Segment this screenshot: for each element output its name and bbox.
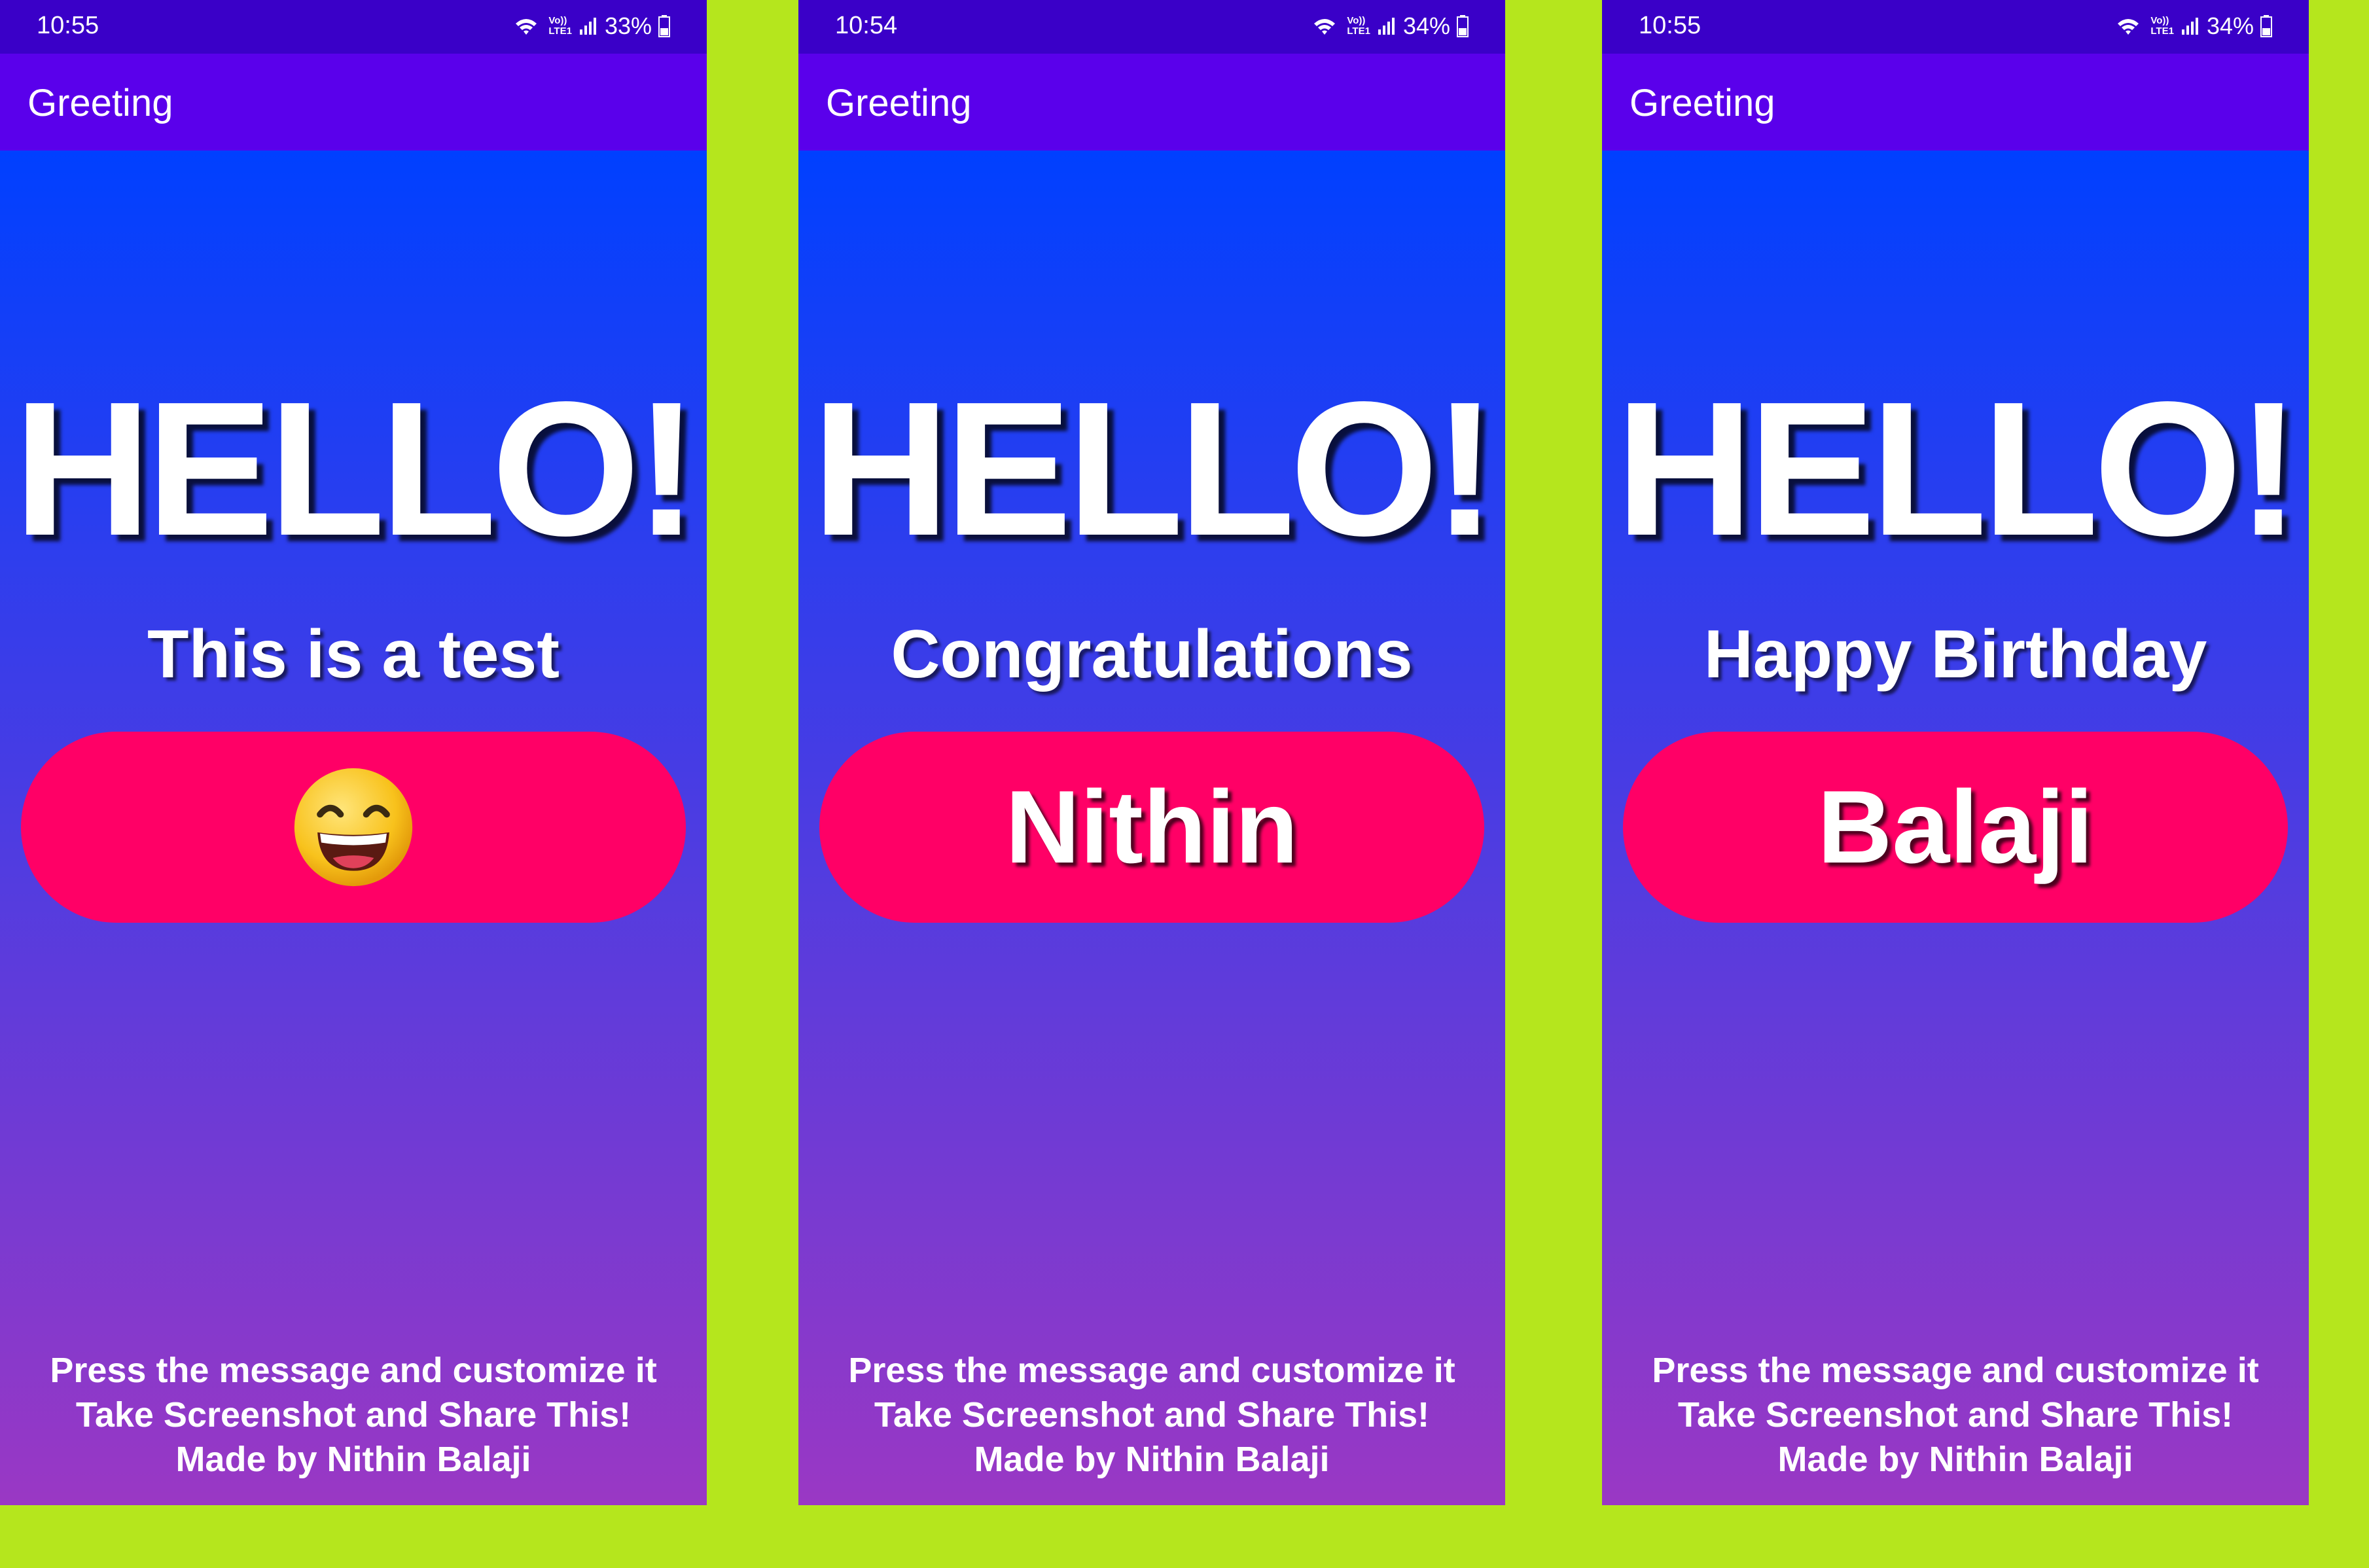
greeting-message[interactable]: This is a test — [0, 620, 707, 688]
signal-icon — [579, 18, 596, 35]
phone-screen-2: 10:54 Vo)) LTE1 34% Greeting HELLO! Congr… — [798, 0, 1505, 1505]
wifi-icon — [1314, 19, 1336, 35]
network-label: Vo)) LTE1 — [1347, 15, 1370, 37]
battery-percent: 34% — [1402, 12, 1450, 39]
hello-heading: HELLO! — [811, 362, 1497, 575]
footer-instructions: Press the message and customize it Take … — [1602, 1348, 2309, 1482]
status-time: 10:55 — [1639, 12, 1701, 39]
footer-instructions: Press the message and customize it Take … — [798, 1348, 1505, 1482]
footer-line: Made by Nithin Balaji — [175, 1440, 531, 1479]
grinning-face-emoji-icon — [294, 768, 413, 887]
signal-icon — [1378, 18, 1395, 35]
battery-icon — [1457, 15, 1469, 37]
app-title: Greeting — [1630, 82, 1775, 124]
status-time: 10:54 — [835, 12, 898, 39]
app-bar: Greeting — [798, 54, 1505, 151]
status-icons: Vo)) LTE1 34% — [1311, 10, 1469, 42]
wifi-icon — [2118, 19, 2139, 35]
footer-instructions: Press the message and customize it Take … — [0, 1348, 707, 1482]
footer-line: Take Screenshot and Share This! — [874, 1395, 1430, 1434]
greeting-message[interactable]: Congratulations — [798, 620, 1505, 688]
greeting-content: HELLO! Congratulations Nithin Press the … — [798, 151, 1505, 1505]
battery-icon — [658, 15, 670, 37]
network-label: Vo)) LTE1 — [548, 15, 572, 37]
name-pill-button[interactable]: Nithin — [819, 732, 1484, 923]
footer-line: Press the message and customize it — [848, 1351, 1455, 1390]
phone-screen-1: 10:55 Vo)) LTE1 33% Greeting HELLO! This … — [0, 0, 707, 1505]
name-pill-button[interactable]: Balaji — [1623, 732, 2288, 923]
status-bar: 10:55 Vo)) LTE1 34% — [1602, 0, 2309, 54]
app-bar: Greeting — [1602, 54, 2309, 151]
app-title: Greeting — [826, 82, 972, 124]
signal-icon — [2181, 18, 2198, 35]
footer-line: Take Screenshot and Share This! — [75, 1395, 632, 1434]
name-pill-button[interactable] — [21, 732, 686, 923]
status-bar: 10:54 Vo)) LTE1 34% — [798, 0, 1505, 54]
app-title: Greeting — [27, 82, 173, 124]
footer-line: Take Screenshot and Share This! — [1677, 1395, 2234, 1434]
app-bar: Greeting — [0, 54, 707, 151]
status-time: 10:55 — [37, 12, 99, 39]
footer-line: Made by Nithin Balaji — [1777, 1440, 2133, 1479]
wifi-icon — [516, 19, 537, 35]
hello-heading: HELLO! — [13, 362, 699, 575]
battery-percent: 34% — [2206, 12, 2254, 39]
battery-icon — [2260, 15, 2272, 37]
greeting-content: HELLO! Happy Birthday Balaji Press the m… — [1602, 151, 2309, 1505]
status-bar: 10:55 Vo)) LTE1 33% — [0, 0, 707, 54]
status-icons: Vo)) LTE1 33% — [513, 10, 670, 42]
phone-screen-3: 10:55 Vo)) LTE1 34% Greeting HELLO! Happy… — [1602, 0, 2309, 1505]
footer-line: Press the message and customize it — [1652, 1351, 2259, 1390]
network-label: Vo)) LTE1 — [2150, 15, 2174, 37]
battery-percent: 33% — [604, 12, 652, 39]
hello-heading: HELLO! — [1615, 362, 2301, 575]
greeting-message[interactable]: Happy Birthday — [1602, 620, 2309, 688]
status-icons: Vo)) LTE1 34% — [2115, 10, 2272, 42]
footer-line: Press the message and customize it — [50, 1351, 657, 1390]
greeting-content: HELLO! This is a test Press the message … — [0, 151, 707, 1505]
footer-line: Made by Nithin Balaji — [974, 1440, 1330, 1479]
